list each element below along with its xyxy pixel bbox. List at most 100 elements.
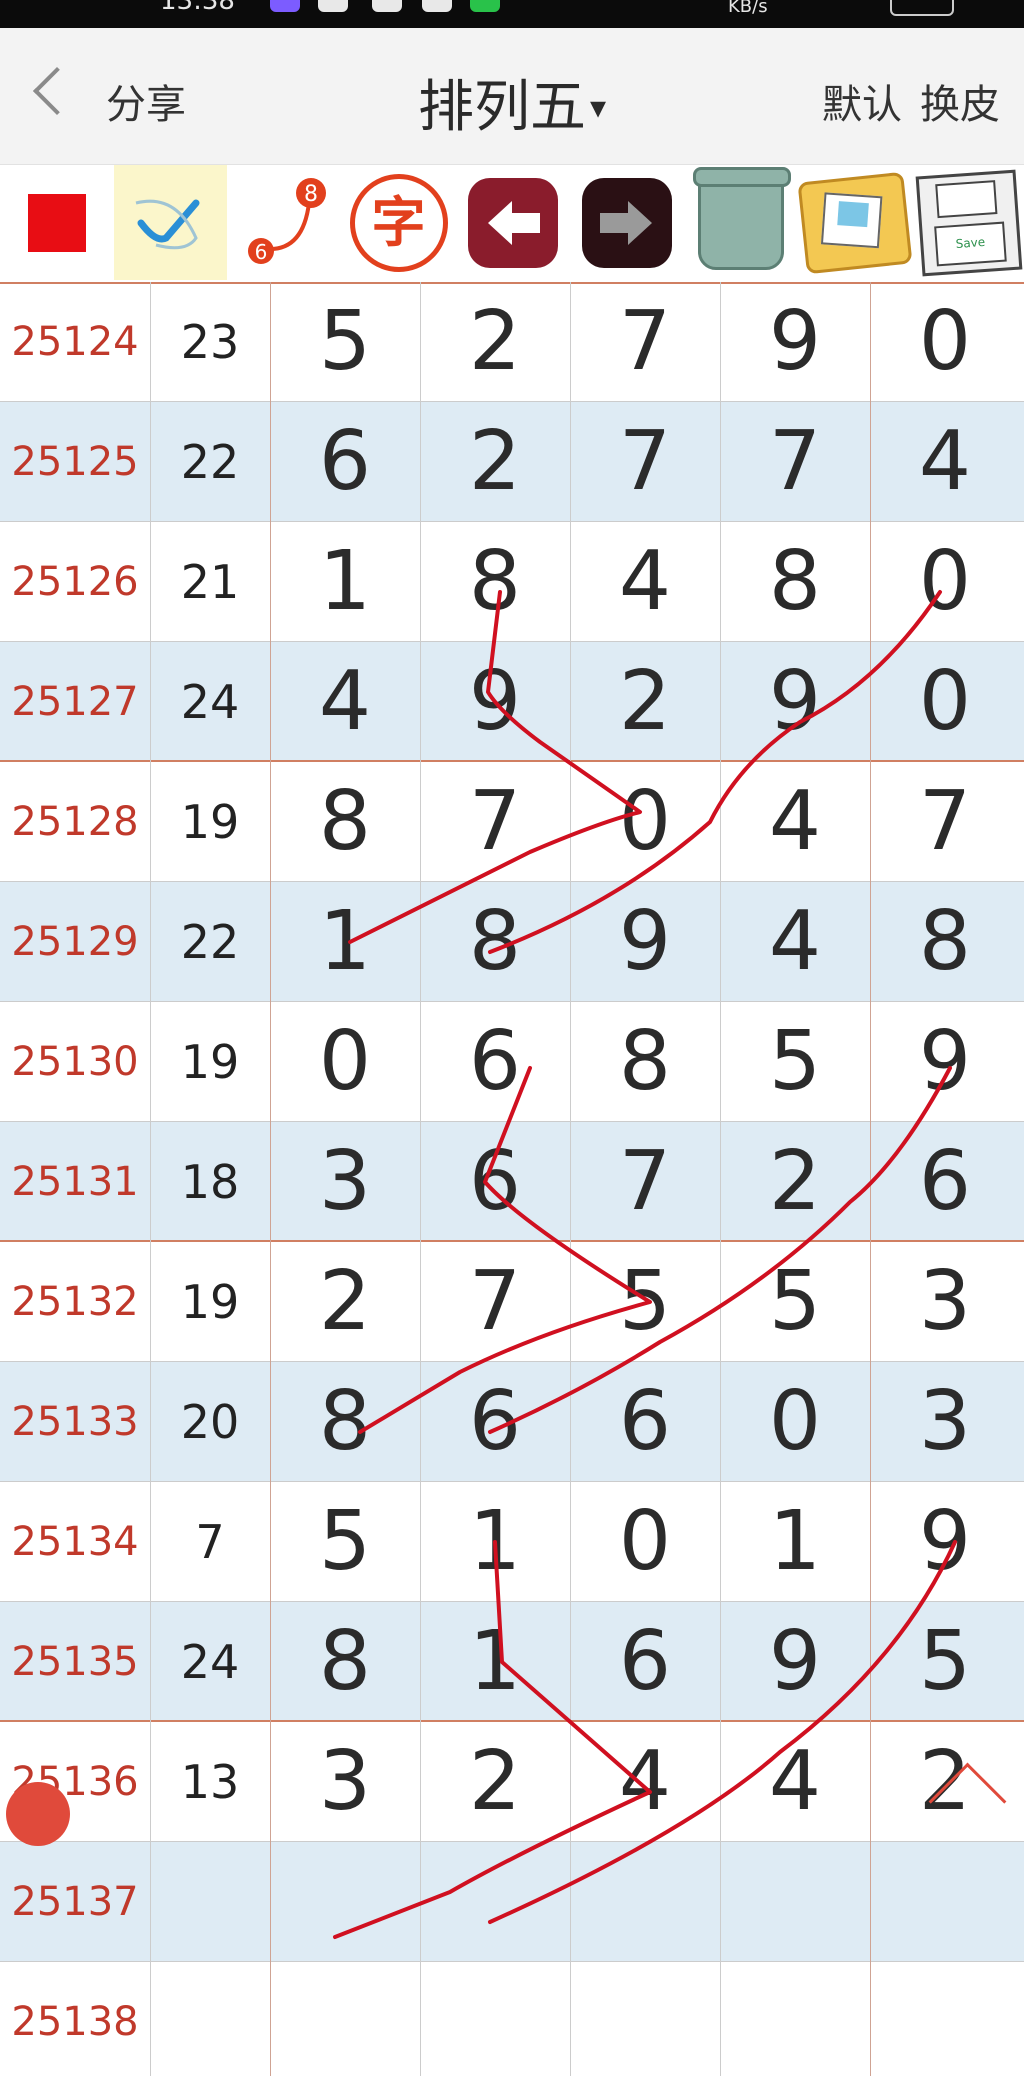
badge-bottom-label: 6 bbox=[254, 240, 267, 264]
status-time: 13:38 bbox=[160, 0, 235, 16]
sum-value: 24 bbox=[180, 1635, 240, 1689]
digit-cell[interactable]: 4 bbox=[720, 762, 870, 882]
digit-cell[interactable]: 1 bbox=[270, 882, 420, 1002]
draw-history-table: 25124 23 5 2 7 9 0 25125 22 6 2 7 7 4 25126 21 1 8 4 8 0 2512… bbox=[0, 282, 1024, 2076]
digit-cell[interactable]: 9 bbox=[720, 642, 870, 762]
digit-cell[interactable]: 5 bbox=[270, 1482, 420, 1602]
digit-cell[interactable]: 5 bbox=[270, 282, 420, 402]
digit-cell[interactable] bbox=[270, 1842, 420, 1962]
digit-cell[interactable]: 5 bbox=[720, 1002, 870, 1122]
period-number: 25129 bbox=[11, 919, 139, 965]
digit-cell[interactable]: 5 bbox=[570, 1242, 720, 1362]
sum-value: 21 bbox=[180, 555, 240, 609]
digit-cell[interactable]: 8 bbox=[420, 882, 570, 1002]
digit-cell[interactable]: 3 bbox=[270, 1722, 420, 1842]
digit-cell[interactable]: 2 bbox=[270, 1242, 420, 1362]
undo-button[interactable] bbox=[456, 165, 569, 280]
digit-cell[interactable] bbox=[420, 1962, 570, 2076]
digit-cell[interactable] bbox=[720, 1842, 870, 1962]
digit-cell[interactable]: 9 bbox=[420, 642, 570, 762]
digit-cell[interactable] bbox=[870, 1962, 1020, 2076]
digit-cell[interactable]: 0 bbox=[720, 1362, 870, 1482]
redo-button[interactable] bbox=[570, 165, 683, 280]
digit-cell[interactable]: 0 bbox=[870, 522, 1020, 642]
digit-cell[interactable]: 8 bbox=[570, 1002, 720, 1122]
digit-cell[interactable]: 7 bbox=[870, 762, 1020, 882]
check-tool-button[interactable] bbox=[114, 165, 227, 280]
color-picker-button[interactable] bbox=[0, 165, 113, 280]
digit-cell[interactable]: 8 bbox=[270, 1602, 420, 1722]
sum-value: 19 bbox=[180, 795, 240, 849]
digit-cell[interactable]: 0 bbox=[570, 762, 720, 882]
digit-cell[interactable]: 4 bbox=[270, 642, 420, 762]
digit-cell[interactable]: 3 bbox=[870, 1242, 1020, 1362]
save-button[interactable]: Save bbox=[912, 165, 1024, 280]
check-scribble-icon bbox=[135, 199, 199, 249]
digit-cell[interactable]: 8 bbox=[870, 882, 1020, 1002]
digit-cell[interactable]: 6 bbox=[870, 1122, 1020, 1242]
digit-cell[interactable]: 1 bbox=[270, 522, 420, 642]
digit-cell[interactable]: 1 bbox=[720, 1482, 870, 1602]
digit-cell[interactable]: 6 bbox=[570, 1362, 720, 1482]
digit-cell[interactable]: 4 bbox=[720, 882, 870, 1002]
wechat-notification-icon bbox=[470, 0, 500, 12]
digit-cell[interactable]: 6 bbox=[420, 1362, 570, 1482]
digit-cell[interactable]: 7 bbox=[420, 1242, 570, 1362]
digit-cell[interactable] bbox=[270, 1962, 420, 2076]
default-button[interactable]: 默认 bbox=[822, 72, 902, 130]
digit-cell[interactable]: 4 bbox=[570, 1722, 720, 1842]
digit-cell[interactable]: 8 bbox=[270, 762, 420, 882]
digit-cell[interactable]: 8 bbox=[270, 1362, 420, 1482]
digit-cell[interactable] bbox=[420, 1842, 570, 1962]
digit-cell[interactable]: 5 bbox=[720, 1242, 870, 1362]
connect-8-6-icon: 8 6 bbox=[247, 177, 326, 264]
digit-cell[interactable]: 3 bbox=[270, 1122, 420, 1242]
digit-cell[interactable]: 9 bbox=[870, 1482, 1020, 1602]
folder-images-icon bbox=[796, 171, 913, 274]
digit-cell[interactable]: 6 bbox=[420, 1122, 570, 1242]
digit-cell[interactable]: 2 bbox=[420, 402, 570, 522]
digit-cell[interactable]: 4 bbox=[720, 1722, 870, 1842]
digit-cell[interactable]: 4 bbox=[870, 402, 1020, 522]
digit-cell[interactable]: 8 bbox=[720, 522, 870, 642]
digit-cell[interactable]: 3 bbox=[870, 1362, 1020, 1482]
floating-action-icon[interactable] bbox=[6, 1782, 70, 1846]
digit-cell[interactable]: 9 bbox=[870, 1002, 1020, 1122]
digit-cell[interactable]: 2 bbox=[420, 1722, 570, 1842]
digit-cell[interactable]: 9 bbox=[570, 882, 720, 1002]
digit-cell[interactable]: 9 bbox=[720, 1602, 870, 1722]
digit-cell[interactable]: 2 bbox=[720, 1122, 870, 1242]
connect-line-tool-button[interactable]: 8 6 bbox=[228, 165, 341, 280]
digit-cell[interactable]: 2 bbox=[420, 282, 570, 402]
digit-cell[interactable]: 0 bbox=[870, 282, 1020, 402]
digit-cell[interactable]: 9 bbox=[720, 282, 870, 402]
digit-cell[interactable]: 7 bbox=[420, 762, 570, 882]
digit-cell[interactable]: 1 bbox=[420, 1602, 570, 1722]
sum-value: 22 bbox=[180, 915, 240, 969]
digit-cell[interactable] bbox=[720, 1962, 870, 2076]
digit-cell[interactable]: 1 bbox=[420, 1482, 570, 1602]
digit-cell[interactable]: 2 bbox=[570, 642, 720, 762]
digit-cell[interactable]: 0 bbox=[870, 642, 1020, 762]
digit-cell[interactable] bbox=[570, 1962, 720, 2076]
digit-cell[interactable]: 7 bbox=[570, 402, 720, 522]
digit-cell[interactable]: 4 bbox=[570, 522, 720, 642]
digit-cell[interactable]: 0 bbox=[570, 1482, 720, 1602]
change-skin-button[interactable]: 换皮 bbox=[920, 72, 1000, 130]
digit-cell[interactable]: 8 bbox=[420, 522, 570, 642]
text-tool-button[interactable]: 字 bbox=[342, 165, 455, 280]
digit-cell[interactable]: 7 bbox=[570, 282, 720, 402]
digit-cell[interactable]: 5 bbox=[870, 1602, 1020, 1722]
digit-cell[interactable]: 7 bbox=[570, 1122, 720, 1242]
period-number: 25138 bbox=[11, 1999, 139, 2045]
digit-cell[interactable]: 6 bbox=[270, 402, 420, 522]
digit-cell[interactable]: 6 bbox=[420, 1002, 570, 1122]
digit-cell[interactable]: 7 bbox=[720, 402, 870, 522]
digit-cell[interactable]: 0 bbox=[270, 1002, 420, 1122]
open-image-button[interactable] bbox=[796, 165, 913, 280]
digit-cell[interactable]: 2 bbox=[870, 1722, 1020, 1842]
digit-cell[interactable] bbox=[570, 1842, 720, 1962]
digit-cell[interactable]: 6 bbox=[570, 1602, 720, 1722]
clear-button[interactable] bbox=[684, 165, 797, 280]
digit-cell[interactable] bbox=[870, 1842, 1020, 1962]
